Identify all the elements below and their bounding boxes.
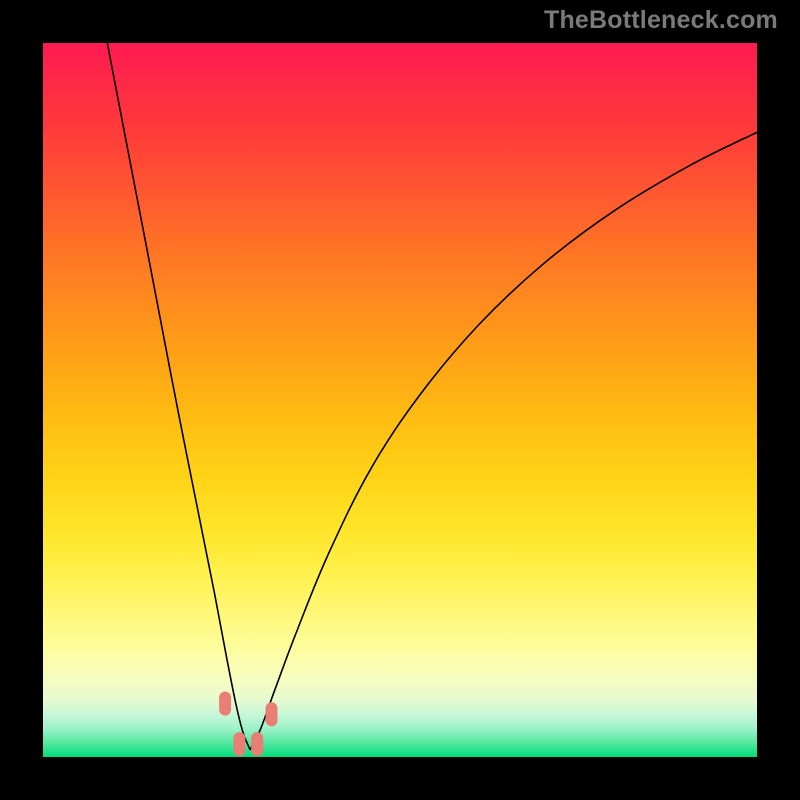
plot-area — [43, 43, 757, 757]
highlight-marker — [251, 732, 263, 756]
chart-overlay — [43, 43, 757, 757]
highlight-marker — [266, 702, 278, 726]
curve-right-branch — [250, 132, 757, 750]
watermark-text: TheBottleneck.com — [544, 6, 778, 35]
curve-left-branch — [107, 43, 250, 750]
outer-frame: TheBottleneck.com — [0, 0, 800, 800]
highlight-marker — [219, 692, 231, 716]
highlight-marker — [233, 732, 245, 756]
